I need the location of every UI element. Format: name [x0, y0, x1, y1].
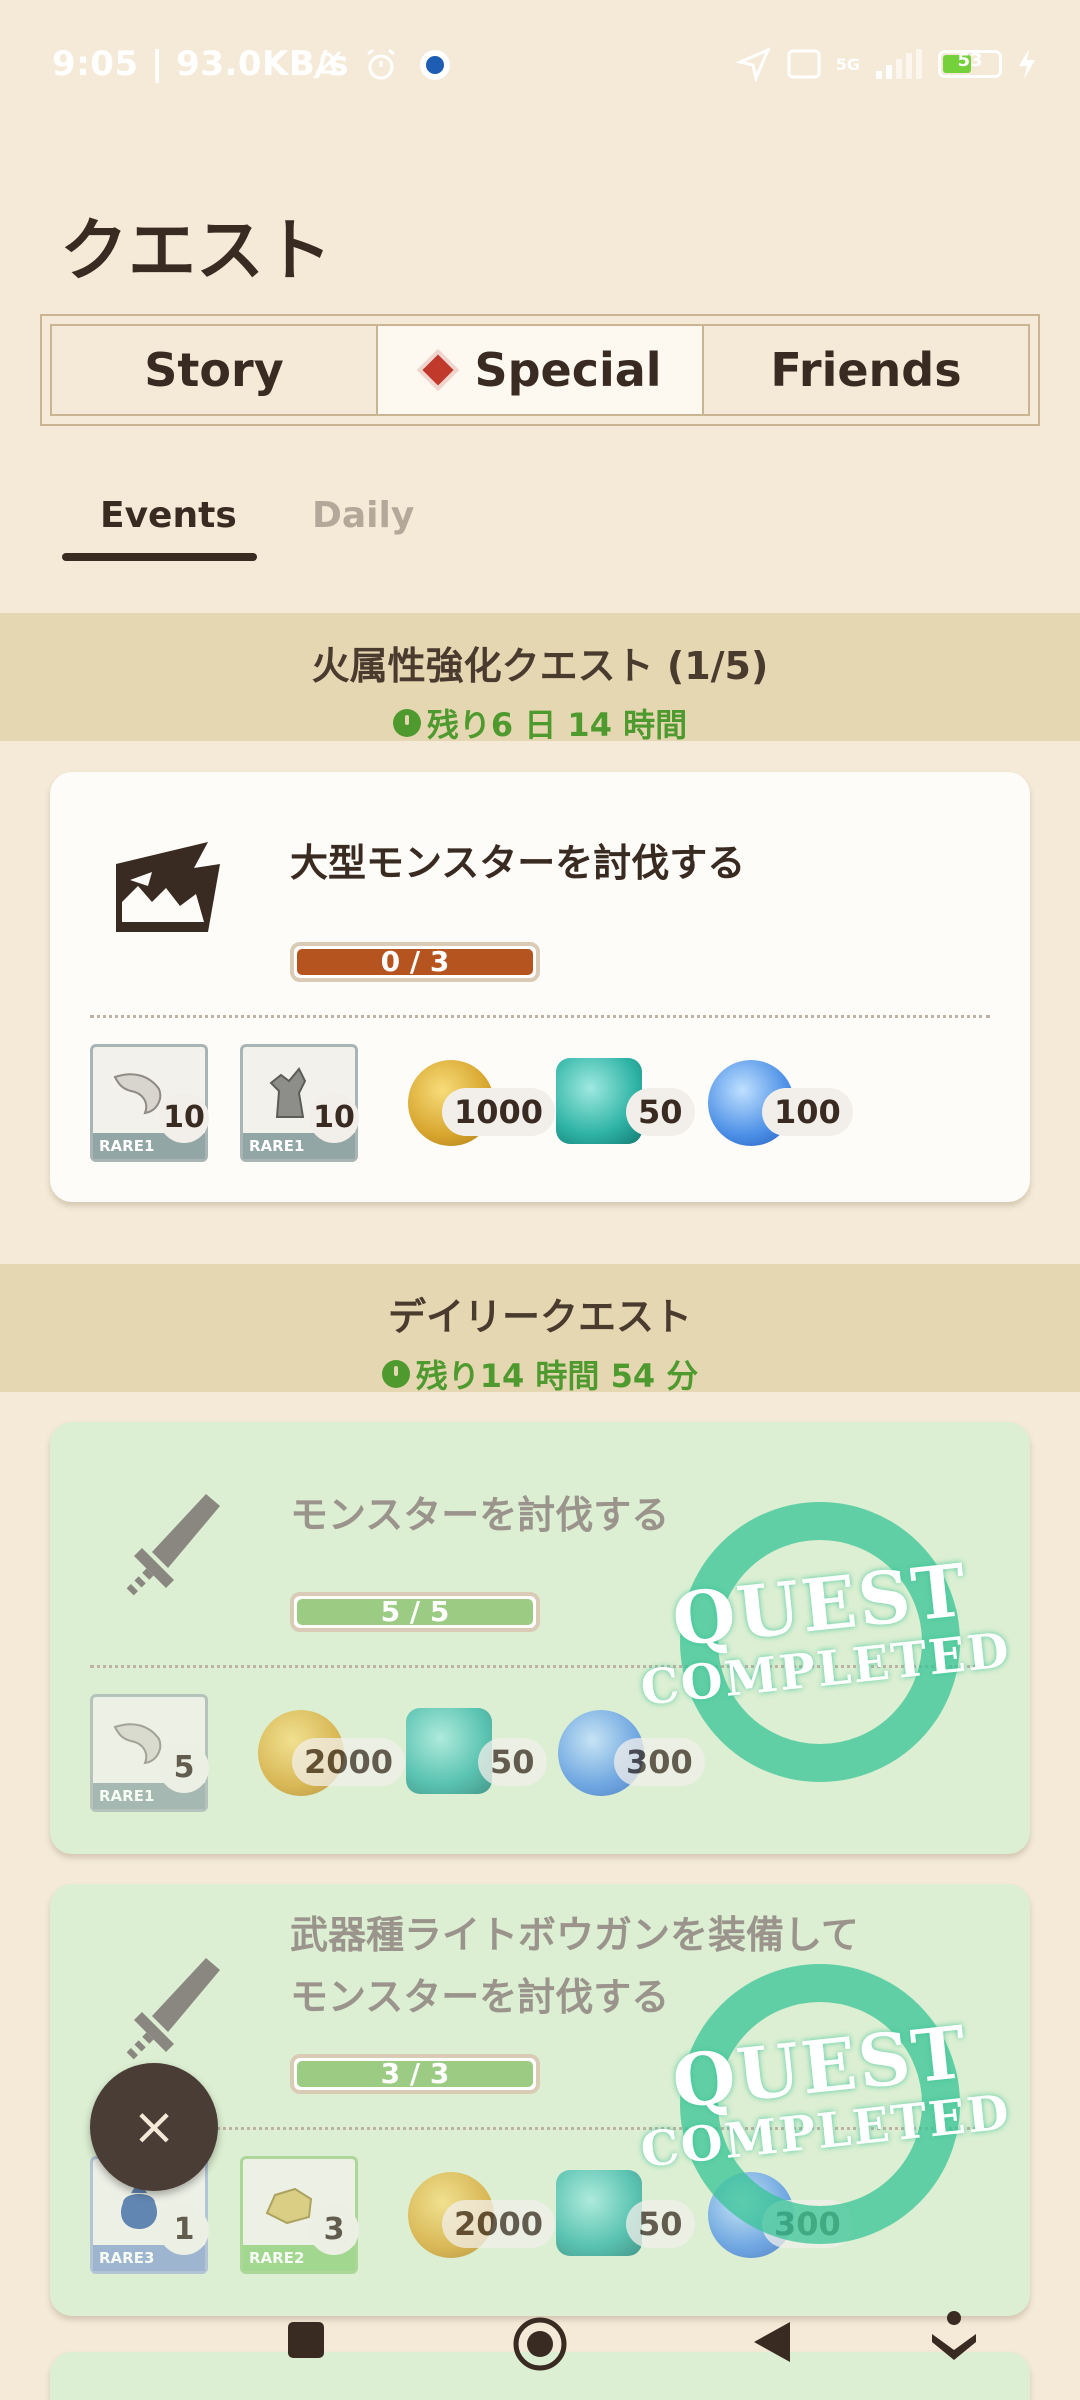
quest-progress-bar: 0 / 3: [290, 942, 540, 982]
zenny-amount: 2000: [442, 2200, 556, 2248]
divider: [90, 1015, 990, 1018]
item-qty: 5: [159, 1743, 209, 1793]
tab-special[interactable]: Special: [376, 326, 704, 414]
page-title: クエスト: [60, 212, 333, 291]
gem-icon: [406, 1708, 492, 1794]
signal-icon: [876, 49, 922, 79]
special-diamond-icon: [418, 350, 458, 390]
quest-progress-bar: 3 / 3: [290, 2054, 540, 2094]
section-time-left: 残り14 時間 54 分: [0, 1351, 1080, 1397]
network-type: 5G: [835, 54, 860, 74]
gem-amount: 50: [478, 1738, 547, 1786]
quest-card[interactable]: 大型モンスターを討伐する 0 / 3 RARE1 10 RARE1 10 100…: [50, 772, 1030, 1202]
battery-icon: 53: [938, 50, 1002, 78]
subtab-daily[interactable]: Daily: [312, 495, 414, 536]
tab-special-label: Special: [474, 343, 662, 397]
alarm-icon: [367, 48, 395, 80]
monster-jaw-icon: [116, 842, 220, 932]
progress-text: 0 / 3: [380, 945, 450, 978]
charging-icon: [1019, 49, 1035, 79]
tab-friends[interactable]: Friends: [704, 326, 1028, 414]
item-qty: 1: [159, 2205, 209, 2255]
tab-story-label: Story: [144, 343, 284, 397]
home-button[interactable]: [512, 2316, 568, 2372]
back-button[interactable]: [752, 2320, 792, 2364]
orb-amount: 100: [762, 1088, 853, 1136]
app-notification-icon: [420, 50, 450, 80]
quest-completed-stamp: QUEST COMPLETED: [638, 1954, 1013, 2254]
segment-control: Story Special Friends: [40, 314, 1040, 426]
subtab-events[interactable]: Events: [100, 495, 237, 536]
reward-item[interactable]: RARE1 10: [240, 1044, 359, 1162]
status-bar: 9:05 | 93.0KB/s 5G 53: [0, 0, 1080, 130]
volte-icon: [787, 49, 821, 79]
location-icon: [735, 47, 771, 82]
section-title: デイリークエスト: [387, 1295, 692, 1339]
status-time: 9:05 | 93.0KB/s: [52, 44, 349, 84]
section-header-fire: 火属性強化クエスト (1/5) 残り6 日 14 時間: [0, 613, 1080, 744]
item-qty: 10: [309, 1093, 359, 1143]
reward-row: RARE1 10 RARE1 10 1000 50 100: [90, 1044, 990, 1164]
reward-item[interactable]: RARE1 5: [90, 1694, 209, 1812]
reward-item[interactable]: RARE2 3: [240, 2156, 359, 2274]
gem-amount: 50: [626, 1088, 695, 1136]
item-qty: 10: [159, 1093, 209, 1143]
clock-icon: [381, 1360, 410, 1388]
section-title: 火属性強化クエスト (1/5): [311, 644, 769, 688]
sword-icon: [124, 1958, 220, 2062]
close-icon: ×: [132, 2097, 176, 2157]
notification-shade-button[interactable]: [930, 2310, 978, 2364]
zenny-amount: 1000: [442, 1088, 556, 1136]
system-nav-bar: [0, 2300, 1080, 2400]
subtab-underline: [62, 553, 257, 561]
quest-completed-stamp: QUEST COMPLETED: [638, 1492, 1013, 1792]
mute-alarm-icon: [312, 50, 342, 80]
progress-text: 3 / 3: [380, 2057, 450, 2090]
quest-title: 大型モンスターを討伐する: [290, 841, 746, 885]
section-time-left: 残り6 日 14 時間: [0, 700, 1080, 746]
tab-story[interactable]: Story: [52, 326, 376, 414]
progress-text: 5 / 5: [380, 1595, 450, 1628]
status-icons-left: [308, 46, 454, 84]
sword-icon: [124, 1494, 220, 1598]
zenny-amount: 2000: [292, 1738, 406, 1786]
section-time-text: 残り6 日 14 時間: [426, 706, 688, 744]
section-header-daily: デイリークエスト 残り14 時間 54 分: [0, 1264, 1080, 1395]
item-qty: 3: [309, 2205, 359, 2255]
status-icons-right: 5G 53: [735, 46, 1038, 82]
reward-item[interactable]: RARE1 10: [90, 1044, 209, 1162]
recent-apps-button[interactable]: [286, 2320, 326, 2360]
section-time-text: 残り14 時間 54 分: [415, 1357, 699, 1395]
quest-title: モンスターを討伐する: [290, 1493, 670, 1537]
quest-progress-bar: 5 / 5: [290, 1592, 540, 1632]
close-fab-button[interactable]: ×: [90, 2063, 218, 2191]
quest-card-completed[interactable]: モンスターを討伐する 5 / 5 RARE1 5 2000 50 300 QUE…: [50, 1422, 1030, 1854]
tab-friends-label: Friends: [770, 343, 962, 397]
clock-icon: [392, 709, 421, 737]
battery-level: 53: [957, 50, 983, 71]
